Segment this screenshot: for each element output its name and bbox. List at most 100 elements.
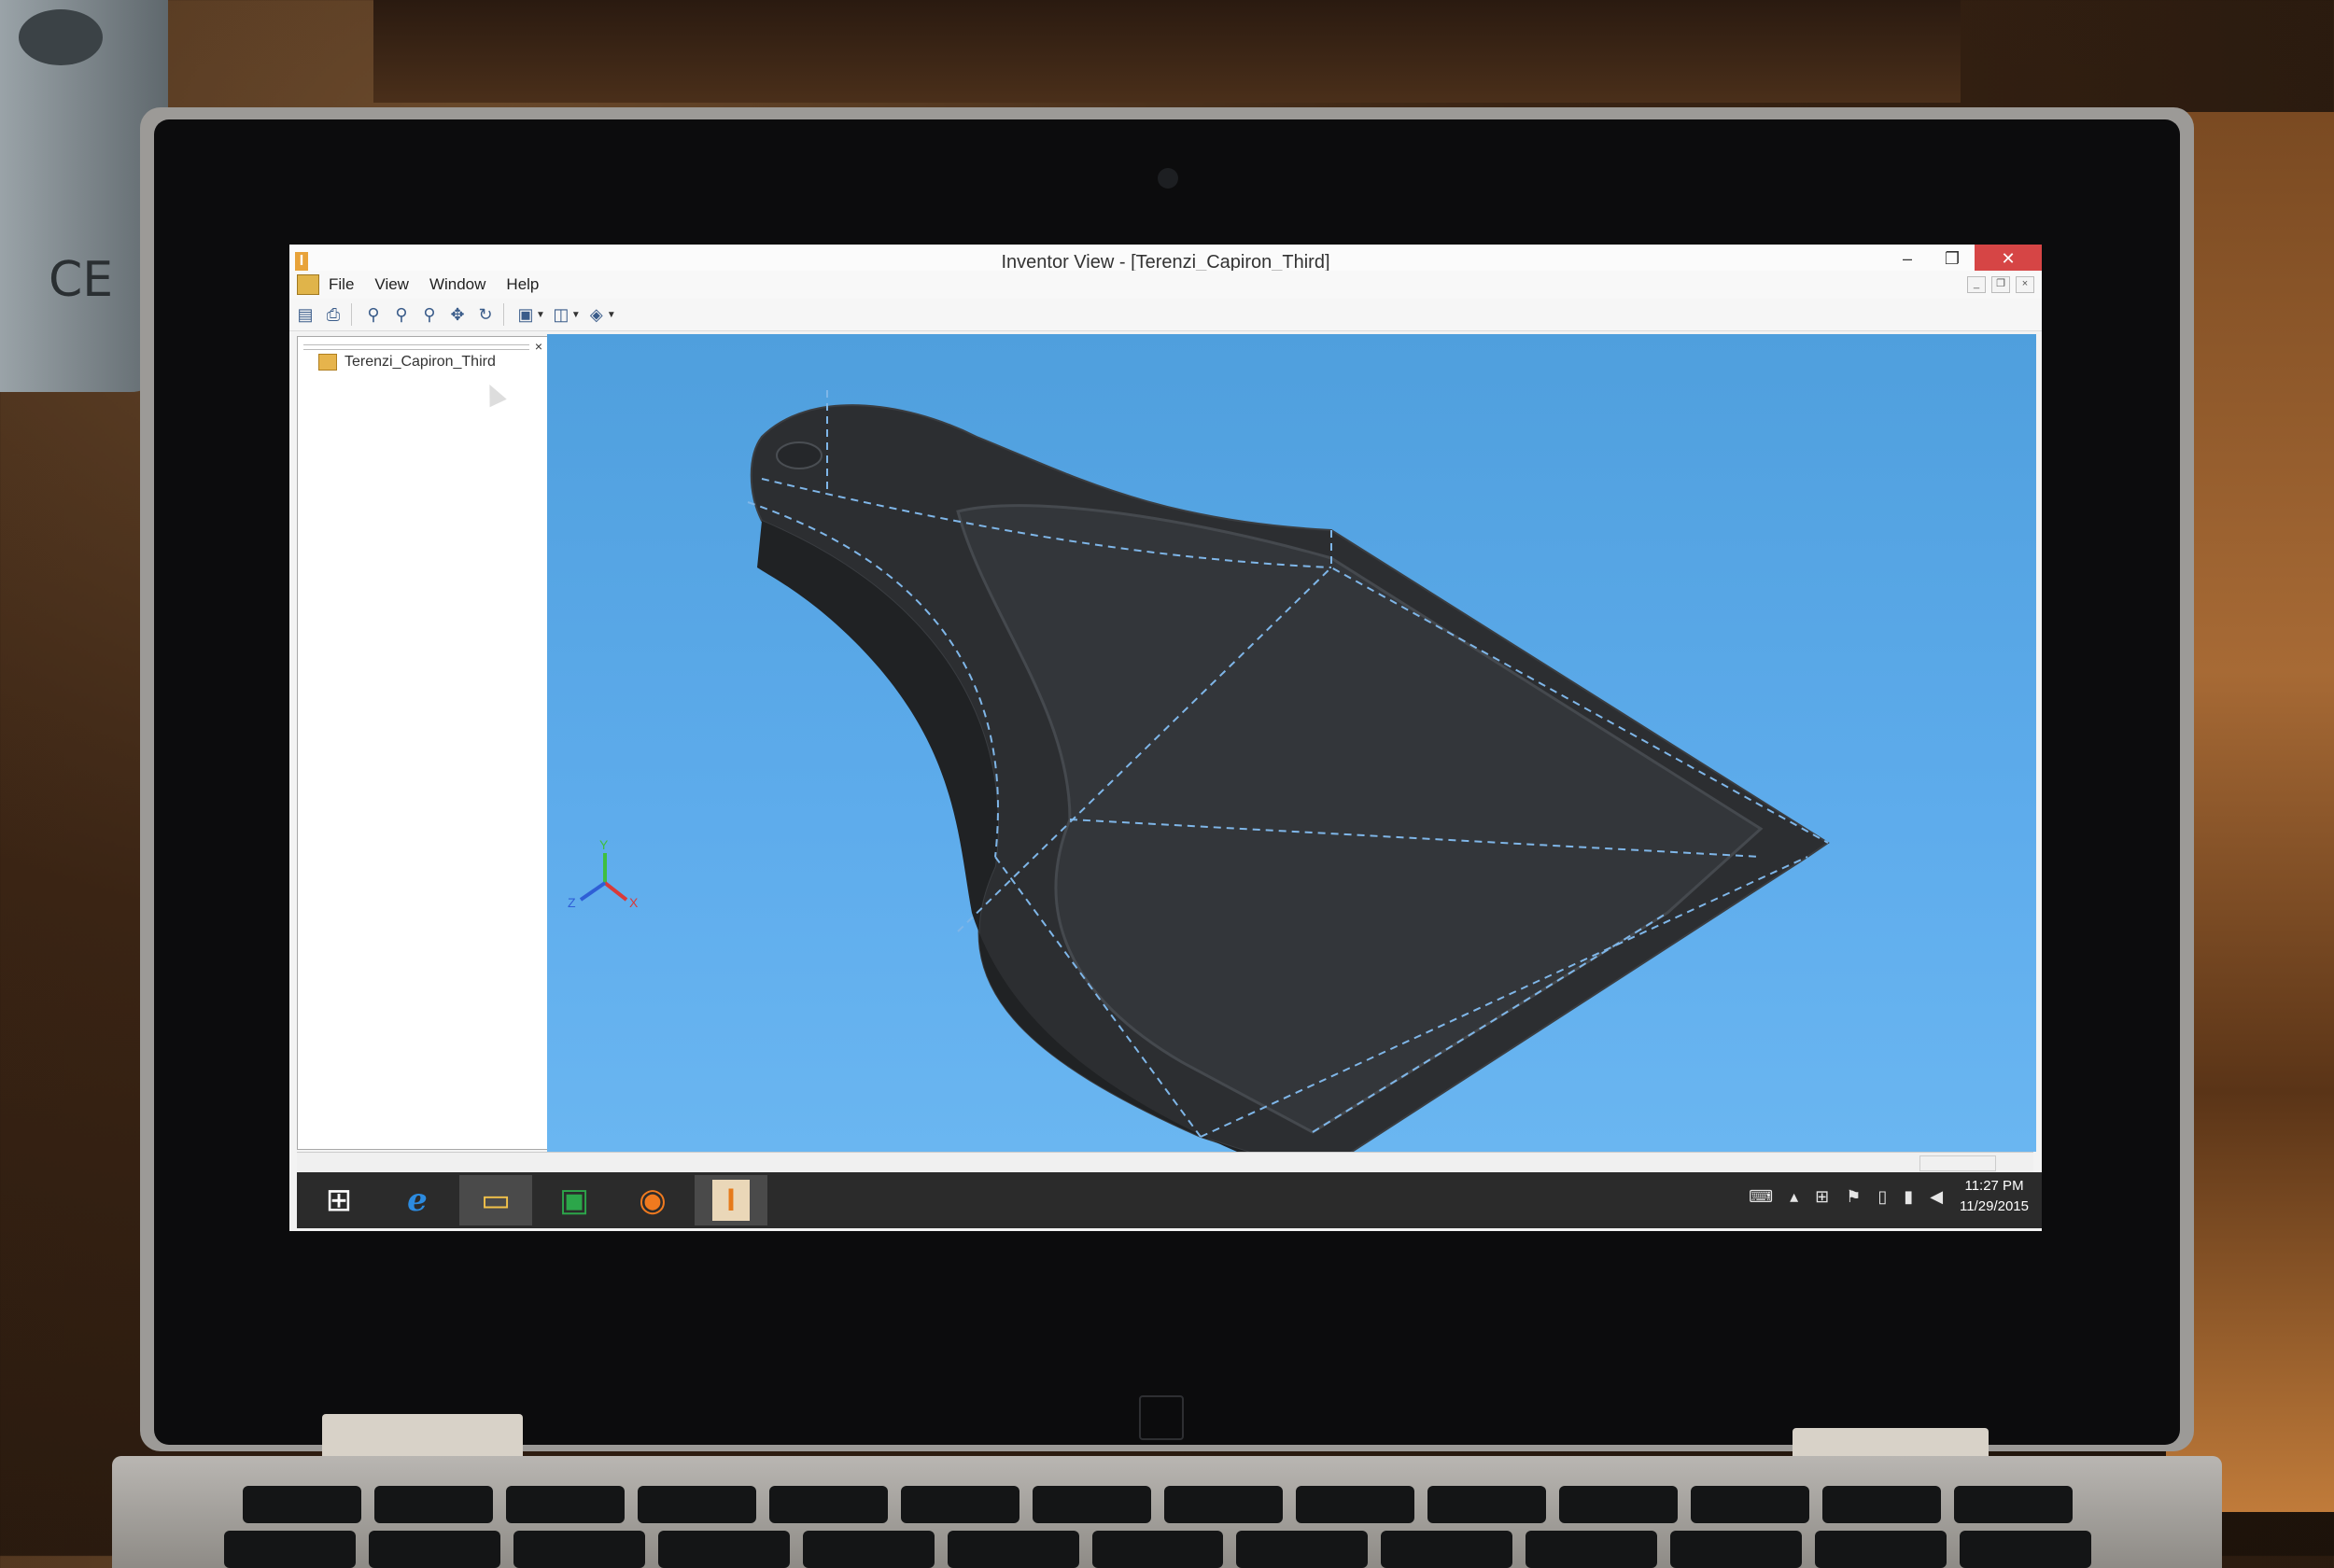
key[interactable] [506,1486,625,1523]
key[interactable] [1960,1531,2091,1568]
key[interactable] [638,1486,756,1523]
key[interactable] [1691,1486,1809,1523]
key[interactable] [769,1486,888,1523]
menu-help[interactable]: Help [506,275,539,294]
orbit-icon[interactable]: ↻ [473,302,498,327]
webcam [1158,168,1178,189]
part-icon [318,354,337,371]
mdi-close-button[interactable]: × [2016,276,2034,293]
maximize-button[interactable]: ❐ [1930,245,1975,273]
toolbar-separator [503,303,504,326]
menu-view[interactable]: View [374,275,409,294]
model-hole [776,441,823,469]
windows-start-icon[interactable]: ⊞ [302,1175,375,1225]
key[interactable] [368,1531,500,1568]
mdi-controls: _ ❐ × [1967,276,2034,293]
key[interactable] [243,1486,361,1523]
ce-mark: CE [49,252,114,308]
key[interactable] [513,1531,645,1568]
panel-grip[interactable] [303,344,529,350]
menu-window[interactable]: Window [429,275,485,294]
inventor-icon: I [712,1180,750,1221]
key[interactable] [1822,1486,1941,1523]
model-render[interactable]: Y X Z [547,334,2036,1179]
toolbar: ▤ ⎙ ⚲ ⚲ ⚲ ✥ ↻ ▣ ▼ ◫ ▼ ◈ ▼ [289,299,2042,331]
view-style-icon[interactable]: ▣ [513,302,538,327]
clock-time: 11:27 PM [1964,1178,2024,1194]
axis-z-label: Z [568,895,576,910]
keyboard-row-function [243,1486,2073,1523]
key[interactable] [1526,1531,1658,1568]
hardware-windows-button[interactable] [1139,1395,1184,1440]
key[interactable] [1091,1531,1224,1568]
key[interactable] [1815,1531,1947,1568]
file-explorer-icon[interactable]: ▭ [459,1175,532,1225]
3d-viewport[interactable]: Y X Z [547,334,2036,1179]
key[interactable] [1381,1531,1513,1568]
menu-file[interactable]: File [329,275,354,294]
device-knob [19,9,103,65]
system-tray: ⌨ ▴ ⊞ ⚑ ▯ ▮ ◀ 11:27 PM 11/29/2015 [1749,1176,2029,1217]
view-triad: Y X Z [568,837,639,910]
pan-icon[interactable]: ✥ [445,302,470,327]
axis-x-label: X [629,895,639,910]
battery-icon[interactable]: ▯ [1877,1187,1887,1207]
status-cell [1919,1155,1996,1171]
toolbar-separator [351,303,352,326]
key[interactable] [1296,1486,1414,1523]
zoom-all-icon[interactable]: ⚲ [417,302,442,327]
tree-root-item[interactable]: Terenzi_Capiron_Third [318,354,496,371]
action-center-icon[interactable]: ⊞ [1815,1187,1829,1207]
store-icon[interactable]: ▣ [538,1175,611,1225]
axis-y-label: Y [599,837,609,852]
key[interactable] [947,1531,1079,1568]
key[interactable] [374,1486,493,1523]
key[interactable] [1164,1486,1283,1523]
keyboard-row-number [224,1531,2091,1568]
taskbar: ⊞ e ▭ ▣ ◉ I ⌨ ▴ ⊞ ⚑ ▯ ▮ ◀ 11:27 PM 11/29… [297,1172,2042,1228]
print-icon[interactable]: ⎙ [321,302,345,327]
clock[interactable]: 11:27 PM 11/29/2015 [1960,1176,2029,1217]
key[interactable] [224,1531,356,1568]
material-icon[interactable]: ◈ [584,302,609,327]
internet-explorer-icon[interactable]: e [381,1175,454,1225]
panel-close-button[interactable]: × [535,339,542,354]
status-bar [297,1152,2033,1173]
close-button[interactable]: ✕ [1975,245,2042,273]
window-controls: – ❐ ✕ [1885,245,2042,273]
flag-icon[interactable]: ⚑ [1846,1187,1861,1207]
zoom-icon[interactable]: ⚲ [361,302,386,327]
screen: I Inventor View - [Terenzi_Capiron_Third… [289,245,2042,1231]
clock-date: 11/29/2015 [1960,1198,2029,1214]
firefox-icon[interactable]: ◉ [616,1175,689,1225]
key[interactable] [657,1531,790,1568]
inventor-taskbar-button[interactable]: I [695,1175,767,1225]
key[interactable] [1670,1531,1803,1568]
minimize-button[interactable]: – [1885,245,1930,273]
key[interactable] [1033,1486,1151,1523]
key[interactable] [1954,1486,2073,1523]
document-icon[interactable] [297,274,319,295]
mouse-cursor-icon [481,380,507,408]
menu-bar: File View Window Help [289,271,2042,299]
chevron-down-icon[interactable]: ▼ [607,310,616,320]
keyboard-icon[interactable]: ⌨ [1749,1187,1773,1207]
zoom-window-icon[interactable]: ⚲ [389,302,414,327]
open-icon[interactable]: ▤ [293,302,317,327]
chevron-down-icon[interactable]: ▼ [571,310,581,320]
key[interactable] [1236,1531,1369,1568]
chevron-down-icon[interactable]: ▼ [536,310,545,320]
key[interactable] [1427,1486,1546,1523]
tree-root-label: Terenzi_Capiron_Third [344,354,496,370]
key[interactable] [802,1531,935,1568]
mdi-minimize-button[interactable]: _ [1967,276,1986,293]
show-hidden-icon[interactable]: ▴ [1790,1187,1798,1207]
display-mode-icon[interactable]: ◫ [549,302,573,327]
model-browser-panel: × Terenzi_Capiron_Third [297,336,549,1150]
key[interactable] [1559,1486,1678,1523]
mdi-restore-button[interactable]: ❐ [1991,276,2010,293]
network-icon[interactable]: ▮ [1904,1187,1913,1207]
volume-icon[interactable]: ◀ [1930,1187,1943,1207]
background-shelf [373,0,1961,103]
key[interactable] [901,1486,1019,1523]
